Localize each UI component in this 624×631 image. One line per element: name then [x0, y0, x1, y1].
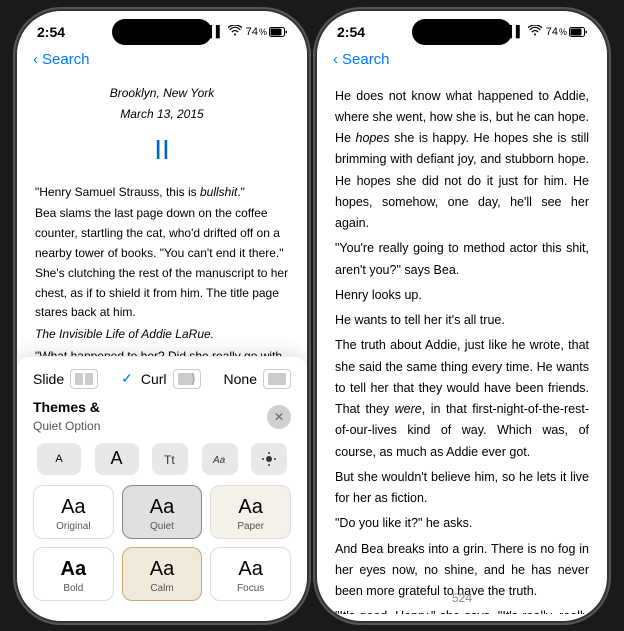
close-panel-button[interactable]: ✕ — [267, 405, 291, 429]
theme-quiet[interactable]: Aa Quiet — [122, 485, 203, 539]
themes-grid: Aa Original Aa Quiet Aa Paper Aa Bold Aa — [33, 485, 291, 601]
slide-label: Slide — [33, 371, 64, 387]
scroll-options-row: Slide ✓ Curl None — [33, 369, 291, 389]
theme-quiet-label: Quiet — [150, 521, 174, 532]
theme-calm-label: Calm — [150, 583, 173, 594]
themes-section-title: Themes & Quiet Option — [33, 399, 100, 435]
dynamic-island-right — [412, 19, 512, 45]
font-controls-row: A A Tt Aa — [33, 443, 291, 475]
time-left: 2:54 — [37, 24, 65, 40]
left-phone: 2:54 ▌▌▌ 74 % — [17, 11, 307, 621]
themes-label: Themes & — [33, 399, 100, 415]
theme-bold[interactable]: Aa Bold — [33, 547, 114, 601]
nav-bar-right: ‹ Search — [317, 47, 607, 76]
nav-bar-left: ‹ Search — [17, 47, 307, 76]
theme-paper[interactable]: Aa Paper — [210, 485, 291, 539]
book-content-left: Brooklyn, New York March 13, 2015 II "He… — [17, 76, 307, 356]
font-option-button[interactable]: Aa — [202, 443, 238, 475]
theme-focus[interactable]: Aa Focus — [210, 547, 291, 601]
chapter-number: II — [35, 128, 289, 173]
wifi-icon — [228, 25, 242, 39]
time-right: 2:54 — [337, 24, 365, 40]
theme-paper-aa: Aa — [238, 496, 262, 519]
none-label: None — [224, 371, 257, 387]
quiet-option-label: Quiet Option — [33, 419, 100, 433]
battery-icon-right: 74 % — [546, 26, 587, 38]
right-phone: 2:54 ▌▌▌ 74 % — [317, 11, 607, 621]
curl-option[interactable]: ✓ Curl — [121, 369, 200, 389]
reading-content: He does not know what happened to Addie,… — [317, 76, 607, 614]
back-label-left: Search — [42, 51, 90, 68]
font-size-decrease-button[interactable]: A — [37, 443, 81, 475]
theme-quiet-aa: Aa — [150, 496, 174, 519]
book-text: "Henry Samuel Strauss, this is bullshit.… — [35, 183, 289, 356]
back-label-right: Search — [342, 51, 390, 68]
theme-original-aa: Aa — [61, 496, 85, 519]
book-header: Brooklyn, New York March 13, 2015 II — [35, 84, 289, 173]
back-button-right[interactable]: ‹ Search — [333, 51, 591, 68]
slide-icon — [70, 369, 98, 389]
brightness-button[interactable] — [251, 443, 287, 475]
chevron-left-icon: ‹ — [33, 51, 38, 68]
theme-bold-label: Bold — [63, 583, 83, 594]
svg-text:Tt: Tt — [164, 453, 175, 467]
book-date: March 13, 2015 — [35, 105, 289, 124]
none-option[interactable]: None — [224, 369, 291, 389]
svg-text:Aa: Aa — [212, 455, 226, 466]
font-style-button[interactable]: Tt — [152, 443, 188, 475]
theme-focus-label: Focus — [237, 583, 264, 594]
font-size-increase-button[interactable]: A — [95, 443, 139, 475]
theme-paper-label: Paper — [237, 521, 264, 532]
curl-icon — [173, 369, 201, 389]
dynamic-island-left — [112, 19, 212, 45]
bottom-panel: Slide ✓ Curl None — [17, 357, 307, 621]
theme-focus-aa: Aa — [238, 558, 262, 581]
status-icons-right: ▌▌▌ 74 % — [500, 25, 587, 39]
theme-calm-aa: Aa — [150, 558, 174, 581]
status-icons-left: ▌▌▌ 74 % — [200, 25, 287, 39]
checkmark-icon: ✓ — [121, 370, 133, 387]
theme-bold-aa: Aa — [61, 558, 87, 581]
page-number: 524 — [452, 591, 472, 605]
book-location: Brooklyn, New York — [35, 84, 289, 103]
theme-calm[interactable]: Aa Calm — [122, 547, 203, 601]
curl-label: Curl — [141, 371, 167, 387]
back-button-left[interactable]: ‹ Search — [33, 51, 291, 68]
wifi-icon-right — [528, 25, 542, 39]
chevron-left-icon-right: ‹ — [333, 51, 338, 68]
battery-icon: 74 % — [246, 26, 287, 38]
theme-original[interactable]: Aa Original — [33, 485, 114, 539]
none-icon — [263, 369, 291, 389]
slide-option[interactable]: Slide — [33, 369, 98, 389]
theme-original-label: Original — [56, 521, 90, 532]
